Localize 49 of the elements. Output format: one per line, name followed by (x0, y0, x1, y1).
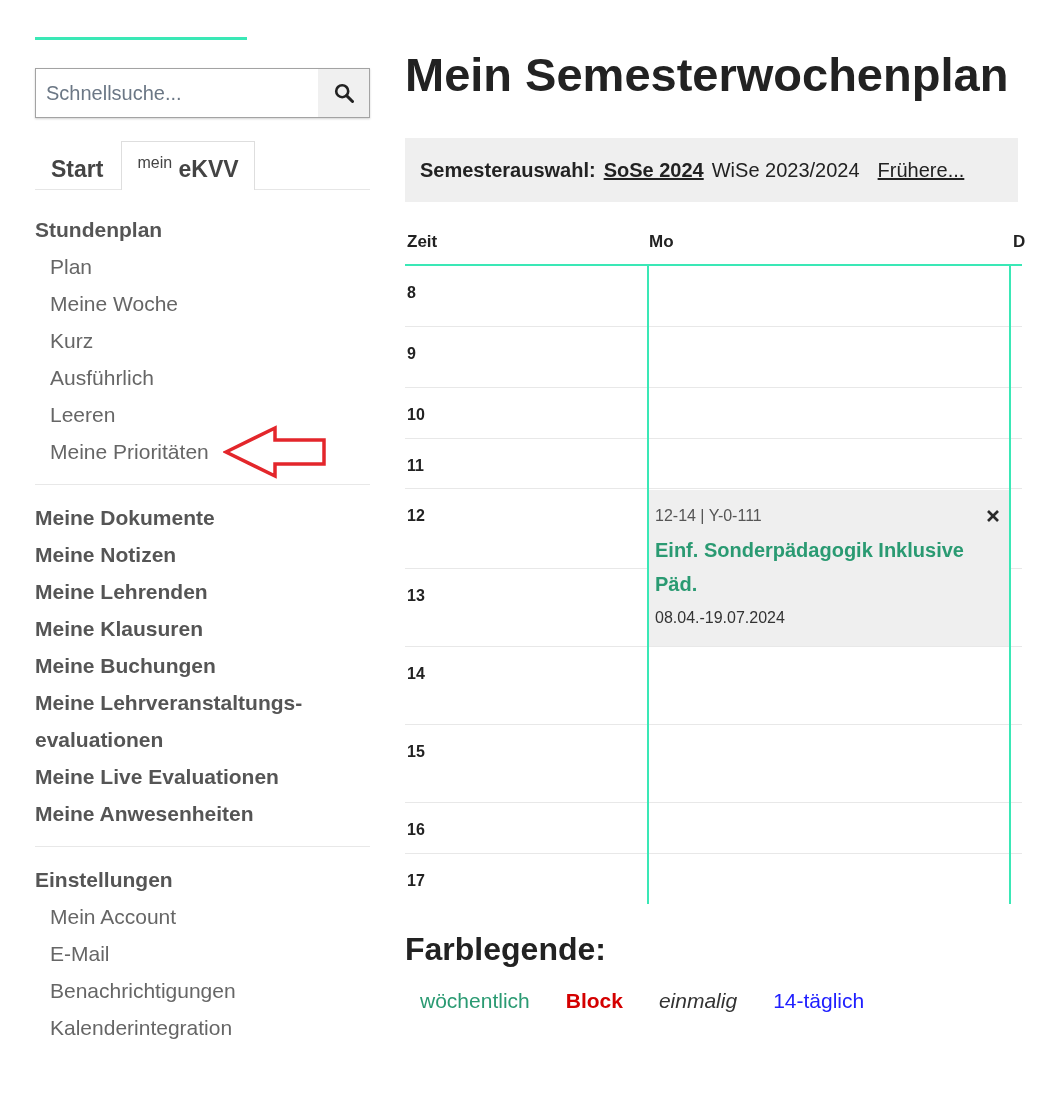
section-heading: Einstellungen (35, 867, 174, 893)
earlier-link[interactable]: Frühere... (877, 158, 965, 182)
event-card[interactable]: 12-14 | Y-0-111 Einf. Sonderpädagogik Inklusive Päd. 08.04.-19.07.2024 (649, 490, 1009, 646)
nav-link[interactable]: Plan (35, 248, 93, 285)
hour-label: 12 (407, 507, 425, 524)
hour-label: 15 (407, 743, 425, 760)
hour-label: 9 (407, 345, 416, 362)
hour-label: 10 (407, 406, 425, 423)
semester-label: Semesterauswahl: (420, 158, 596, 182)
legend-title: Farblegende: (405, 931, 607, 967)
nav-link[interactable]: Meine Anwesenheiten (35, 795, 254, 832)
semester-link[interactable]: SoSe 2024 (603, 158, 704, 182)
hour-label: 8 (407, 284, 416, 301)
event-dates: 08.04.-19.07.2024 (655, 608, 786, 628)
nav-link[interactable]: Meine Woche (35, 285, 178, 322)
column-header: Zeit (406, 232, 438, 252)
nav-link[interactable]: E-Mail (35, 935, 110, 972)
hour-label: 16 (407, 821, 425, 838)
hour-label: 13 (407, 587, 425, 604)
nav-link[interactable]: Kalenderintegration (35, 1009, 233, 1046)
section-heading: Stundenplan (35, 217, 164, 243)
nav-link[interactable]: Benachrichtigungen (35, 972, 236, 1009)
page-title: Mein Semesterwochenplan (405, 47, 1010, 103)
semester-link[interactable]: WiSe 2023/2024 (711, 158, 860, 182)
legend-entry: 14-täglich (773, 988, 865, 1014)
nav-link[interactable]: Meine Lehrveranstaltungs-evaluationen (35, 684, 370, 758)
tab[interactable]: $^{mein}$ eKVV (121, 141, 255, 190)
nav-link[interactable]: Meine Live Evaluationen (35, 758, 279, 795)
nav-link[interactable]: Kurz (35, 322, 94, 359)
hour-label: 17 (407, 872, 425, 889)
legend-entry: einmalig (658, 988, 738, 1014)
legend-entry: Block (565, 988, 623, 1014)
hour-label: 14 (407, 665, 425, 682)
column-header: Mo (648, 232, 674, 252)
event-time: 12-14 | Y-0-111 (655, 506, 762, 526)
column-header: D (1012, 232, 1026, 252)
nav-link[interactable]: Meine Klausuren (35, 610, 204, 647)
nav-link[interactable]: Meine Prioritäten (35, 433, 209, 470)
nav-link[interactable]: Meine Dokumente (35, 499, 215, 536)
nav-link[interactable]: Mein Account (35, 898, 177, 935)
close-icon[interactable] (987, 510, 999, 522)
nav-link[interactable]: Leeren (35, 396, 116, 433)
tab[interactable]: Start (35, 141, 122, 190)
hour-label: 11 (407, 457, 424, 474)
legend-entry: wöchentlich (420, 988, 530, 1014)
nav-link[interactable]: Meine Notizen (35, 536, 177, 573)
nav-link[interactable]: Meine Lehrenden (35, 573, 208, 610)
nav-link[interactable]: Ausführlich (35, 359, 154, 396)
nav-link[interactable]: Meine Buchungen (35, 647, 216, 684)
